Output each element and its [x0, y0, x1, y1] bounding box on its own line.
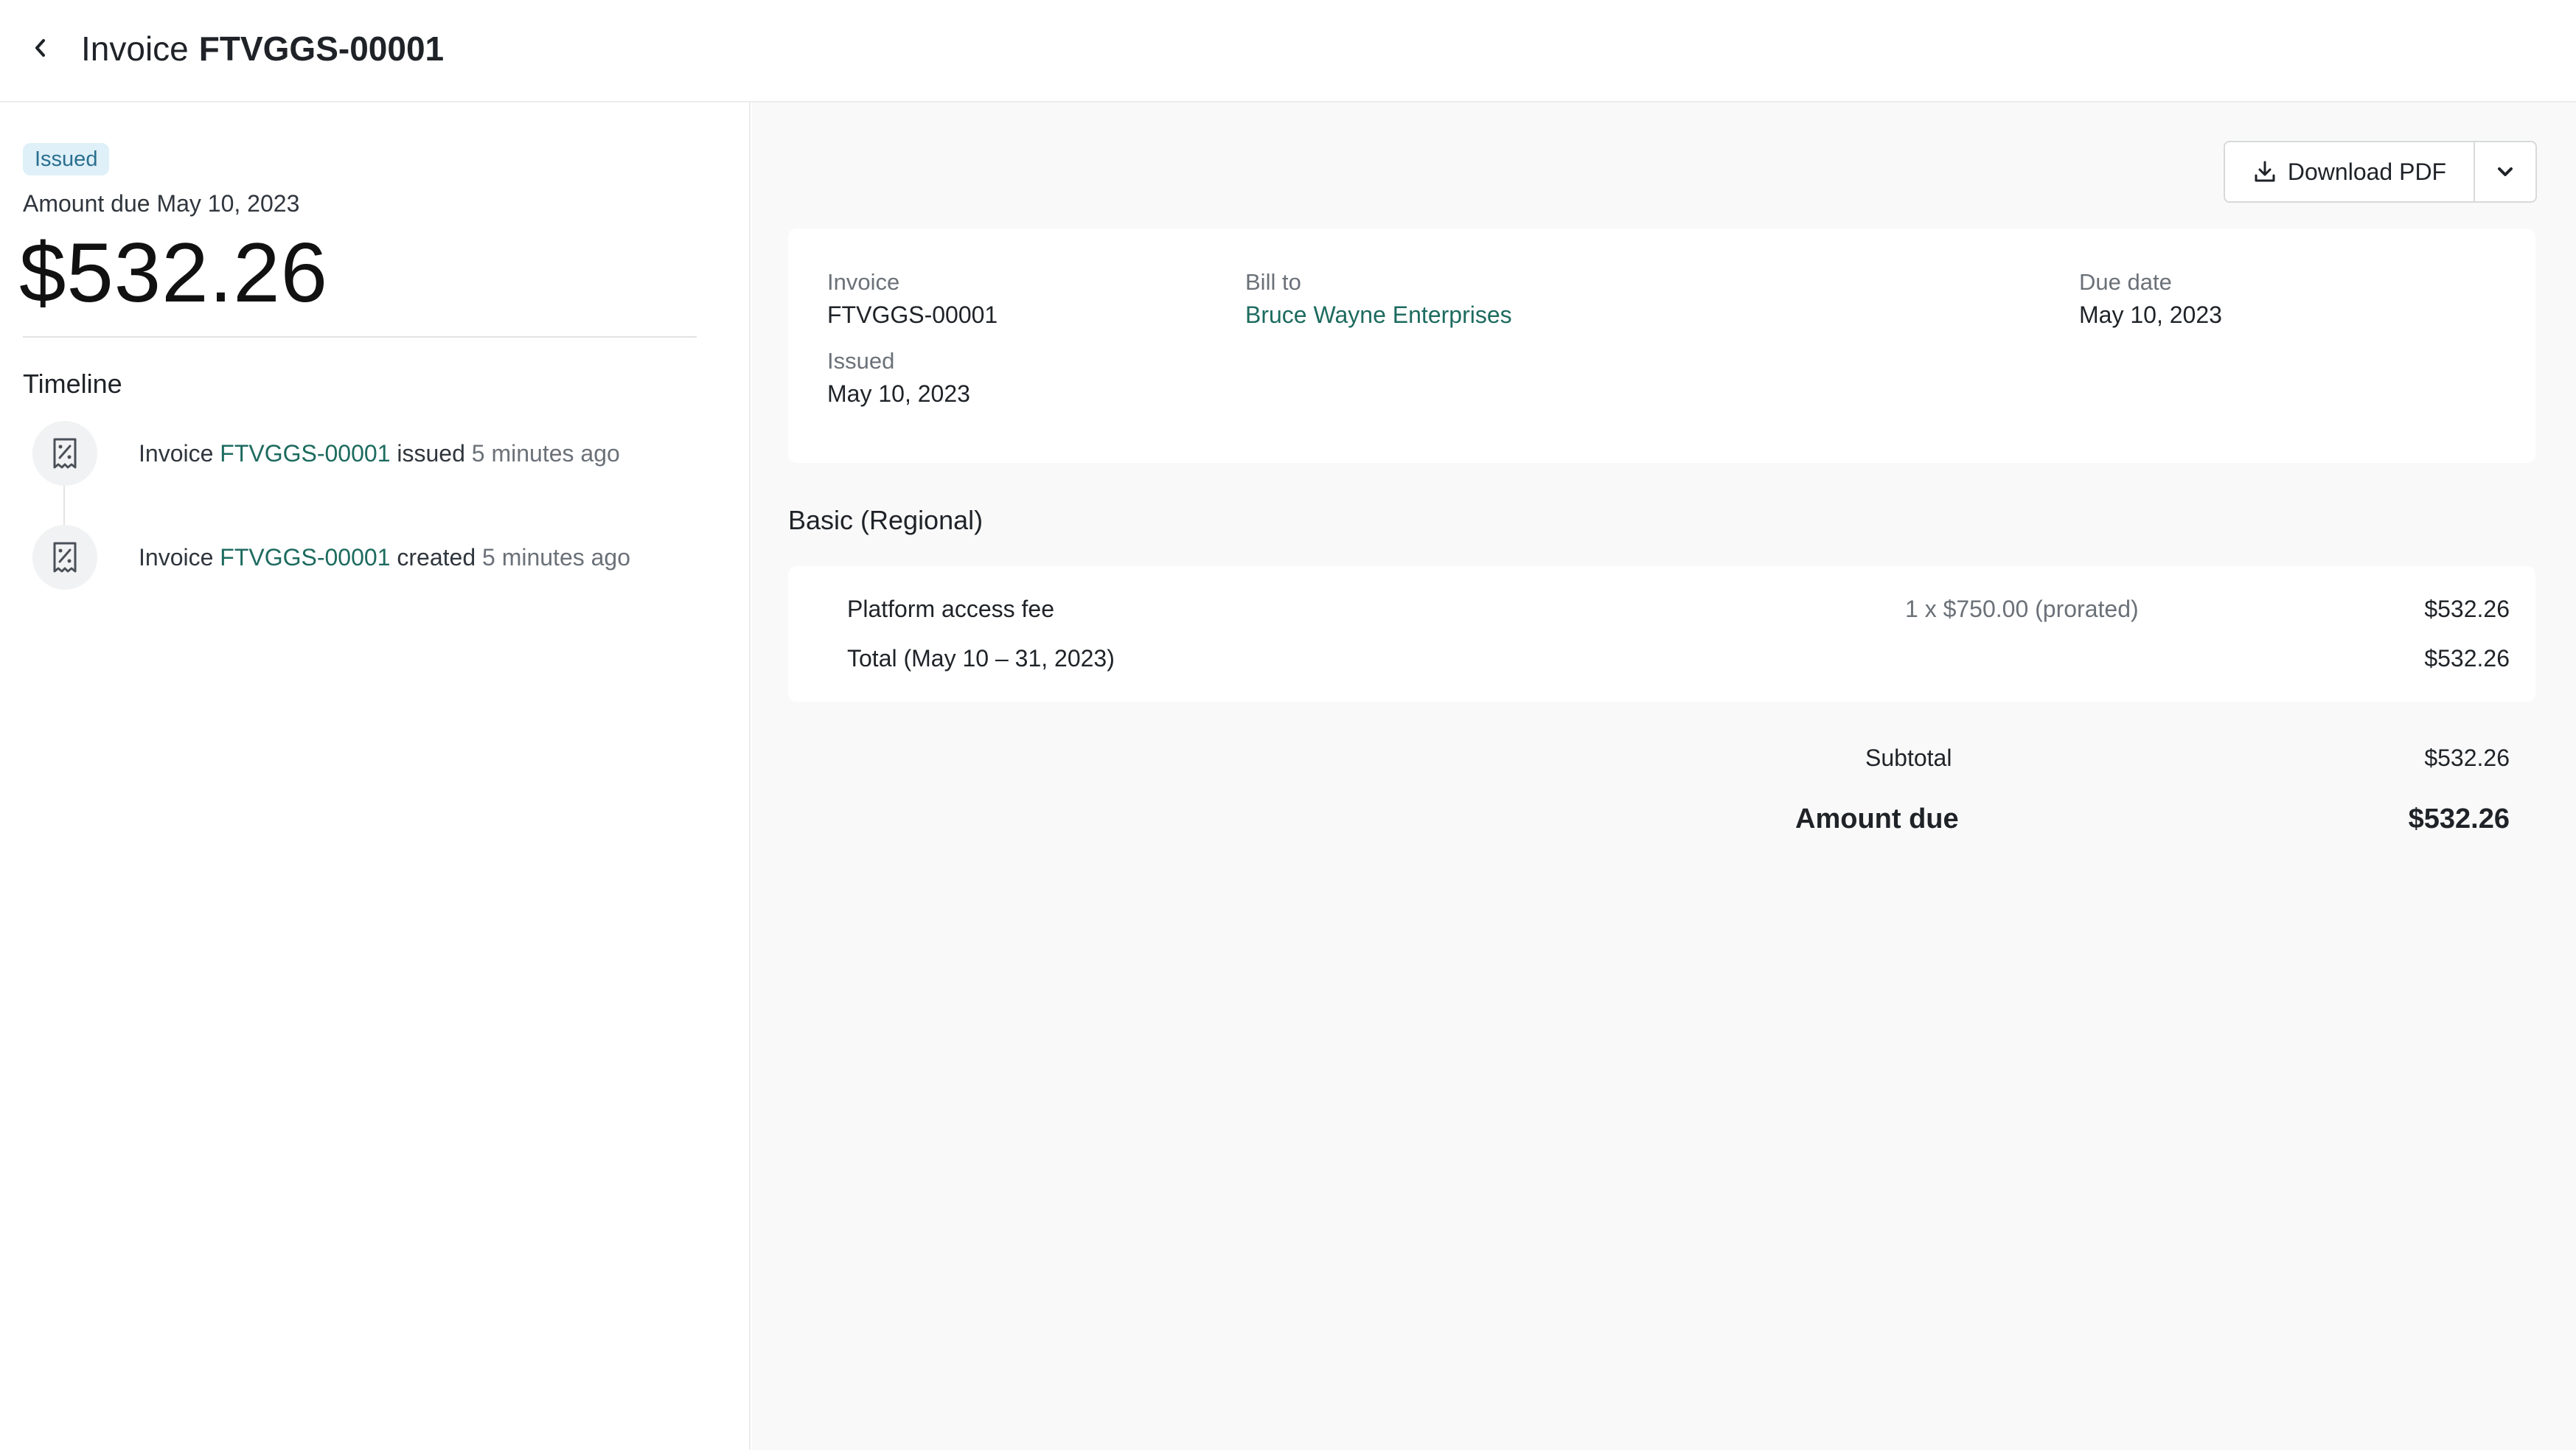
subtotal-value: $532.26 — [2424, 745, 2510, 771]
line-item-row: Platform access fee 1 x $750.00 (prorate… — [788, 593, 2535, 625]
issued-date-value: May 10, 2023 — [827, 380, 970, 407]
line-item-quantity: 1 x $750.00 (prorated) — [1905, 596, 2139, 622]
summary-panel: Issued Amount due May 10, 2023 $532.26 T… — [0, 102, 751, 1450]
download-options-button[interactable] — [2475, 141, 2537, 203]
timeline-event-action: created — [397, 544, 476, 571]
receipt-icon — [32, 525, 97, 590]
download-button-group: Download PDF — [2224, 141, 2537, 203]
chevron-left-icon — [35, 39, 45, 57]
subtotal-label: Subtotal — [1865, 745, 1952, 771]
download-pdf-button[interactable]: Download PDF — [2224, 141, 2475, 203]
back-button[interactable] — [25, 32, 56, 63]
plan-title: Basic (Regional) — [788, 505, 984, 535]
page-title: Invoice FTVGGS-00001 — [81, 28, 444, 69]
amount-due-date: Amount due May 10, 2023 — [23, 190, 300, 217]
amount-due-value: $532.26 — [2408, 804, 2510, 834]
invoice-number-value: FTVGGS-00001 — [827, 301, 998, 328]
due-date-label: Due date — [2079, 269, 2172, 295]
amount-due-label: Amount due — [1795, 804, 1959, 834]
line-item-amount: $532.26 — [2424, 645, 2510, 672]
line-item-row: Total (May 10 – 31, 2023) $532.26 — [788, 642, 2535, 675]
chevron-down-icon — [2498, 167, 2513, 176]
timeline-event: Invoice FTVGGS-00001 issued 5 minutes ag… — [32, 421, 620, 486]
timeline-invoice-link[interactable]: FTVGGS-00001 — [220, 440, 390, 467]
timeline-event-prefix: Invoice — [139, 440, 214, 467]
amount-due-total: $532.26 — [19, 226, 329, 320]
timeline-event: Invoice FTVGGS-00001 created 5 minutes a… — [32, 525, 630, 590]
timeline-title: Timeline — [23, 369, 122, 399]
timeline-invoice-link[interactable]: FTVGGS-00001 — [220, 544, 390, 571]
timeline-event-action: issued — [397, 440, 465, 467]
line-item-description: Platform access fee — [847, 596, 1054, 622]
receipt-icon — [32, 421, 97, 486]
divider — [23, 336, 697, 338]
timeline-event-text: Invoice FTVGGS-00001 created 5 minutes a… — [139, 543, 630, 572]
line-items-card: Platform access fee 1 x $750.00 (prorate… — [788, 566, 2535, 702]
line-item-amount: $532.26 — [2424, 596, 2510, 622]
issued-date-label: Issued — [827, 348, 895, 374]
timeline-event-time: 5 minutes ago — [471, 440, 620, 467]
invoice-number-label: Invoice — [827, 269, 900, 295]
timeline-event-prefix: Invoice — [139, 544, 214, 571]
page-header: Invoice FTVGGS-00001 — [0, 0, 2576, 102]
timeline-event-time: 5 minutes ago — [482, 544, 631, 571]
download-icon — [2255, 161, 2275, 182]
bill-to-customer-link[interactable]: Bruce Wayne Enterprises — [1245, 300, 1512, 330]
page-title-invoice-number: FTVGGS-00001 — [198, 29, 445, 68]
page-title-label: Invoice — [81, 29, 189, 68]
timeline-event-text: Invoice FTVGGS-00001 issued 5 minutes ag… — [139, 439, 620, 468]
due-date-value: May 10, 2023 — [2079, 301, 2222, 328]
bill-to-label: Bill to — [1245, 269, 1301, 295]
download-pdf-label: Download PDF — [2287, 158, 2447, 185]
status-badge: Issued — [23, 143, 110, 175]
line-item-description: Total (May 10 – 31, 2023) — [847, 645, 1115, 672]
invoice-details-card: Invoice FTVGGS-00001 Issued May 10, 2023… — [788, 229, 2535, 463]
